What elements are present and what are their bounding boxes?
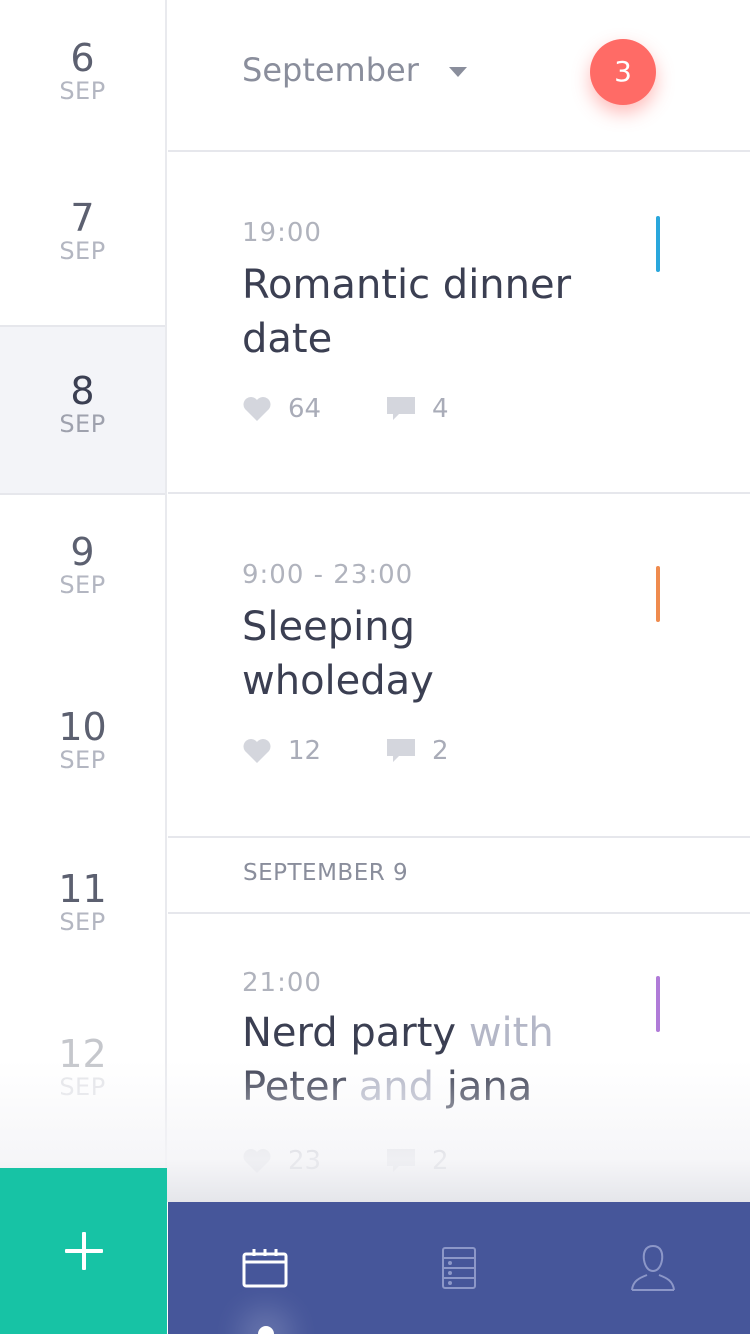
date-month: SEP [59,237,106,265]
event-time: 19:00 [242,218,322,248]
event-title-main: Peter [242,1064,347,1110]
comment-stat[interactable]: 4 [386,394,449,424]
month-dropdown[interactable]: September [242,50,467,90]
notification-badge[interactable]: 3 [590,39,656,105]
heart-icon [243,739,271,763]
date-rail: 6 SEP 7 SEP 8 SEP 9 SEP 10 SEP 11 SEP 12… [0,0,167,1168]
date-month: SEP [59,571,106,599]
date-item-9[interactable]: 9 SEP [0,532,165,598]
heart-icon [243,1149,271,1173]
like-stat[interactable]: 64 [242,394,321,424]
event-color-marker [656,216,660,272]
date-month: SEP [59,77,106,105]
plus-icon [64,1232,103,1270]
date-item-12[interactable]: 12 SEP [0,1034,165,1100]
event-card[interactable]: 21:00 Nerd party with Peter and jana 23 … [168,914,750,1202]
event-title: Nerd party with Peter and jana [242,1006,662,1114]
date-month: SEP [59,410,106,438]
event-title-main: jana [446,1064,533,1110]
event-title: Romantic dinner date [242,262,572,362]
event-time: 21:00 [242,968,322,998]
event-time: 9:00 - 23:00 [242,560,414,590]
event-color-marker [656,566,660,622]
tab-profile[interactable] [556,1202,750,1334]
tab-list[interactable] [362,1202,556,1334]
event-title-muted: and [358,1064,435,1110]
month-label: September [242,51,419,89]
heart-icon [243,397,271,421]
date-item-7[interactable]: 7 SEP [0,198,165,264]
tab-bar [168,1202,750,1334]
date-day: 12 [58,1032,107,1076]
date-day: 9 [70,530,95,574]
section-header: SEPTEMBER 9 [168,838,750,914]
profile-icon [631,1244,675,1291]
event-card[interactable]: 9:00 - 23:00 Sleeping wholeday 12 2 [168,494,750,838]
date-day: 8 [70,369,95,413]
like-stat[interactable]: 12 [242,736,321,766]
comment-stat[interactable]: 2 [386,736,449,766]
date-item-11[interactable]: 11 SEP [0,869,165,935]
date-day: 6 [70,36,95,80]
date-item-6[interactable]: 6 SEP [0,38,165,104]
like-count: 23 [288,1146,322,1176]
comment-count: 2 [432,1146,449,1176]
date-item-10[interactable]: 10 SEP [0,707,165,773]
date-month: SEP [59,908,106,936]
comment-icon [387,397,415,420]
event-title: Sleeping wholeday [242,604,434,704]
comment-count: 2 [432,736,449,766]
comment-stat[interactable]: 2 [386,1146,449,1176]
date-month: SEP [59,746,106,774]
chevron-down-icon [448,67,467,77]
date-day: 7 [70,196,95,240]
like-stat[interactable]: 23 [242,1146,321,1176]
comment-icon [387,1149,415,1172]
like-count: 12 [288,736,322,766]
comment-count: 4 [432,394,449,424]
add-event-button[interactable] [0,1168,167,1334]
calendar-icon [242,1249,288,1288]
event-color-marker [656,976,660,1032]
date-day: 10 [58,705,107,749]
header: September 3 [168,0,750,152]
list-icon [442,1247,476,1289]
date-item-8-selected[interactable]: 8 SEP [0,325,165,495]
comment-icon [387,739,415,762]
like-count: 64 [288,394,322,424]
event-title-main: Nerd party [242,1010,457,1056]
tab-calendar[interactable] [168,1202,362,1334]
date-day: 11 [58,867,107,911]
event-title-muted: with [468,1010,554,1056]
date-month: SEP [59,1073,106,1101]
section-label: SEPTEMBER 9 [243,860,409,886]
event-card[interactable]: 19:00 Romantic dinner date 64 4 [168,152,750,494]
